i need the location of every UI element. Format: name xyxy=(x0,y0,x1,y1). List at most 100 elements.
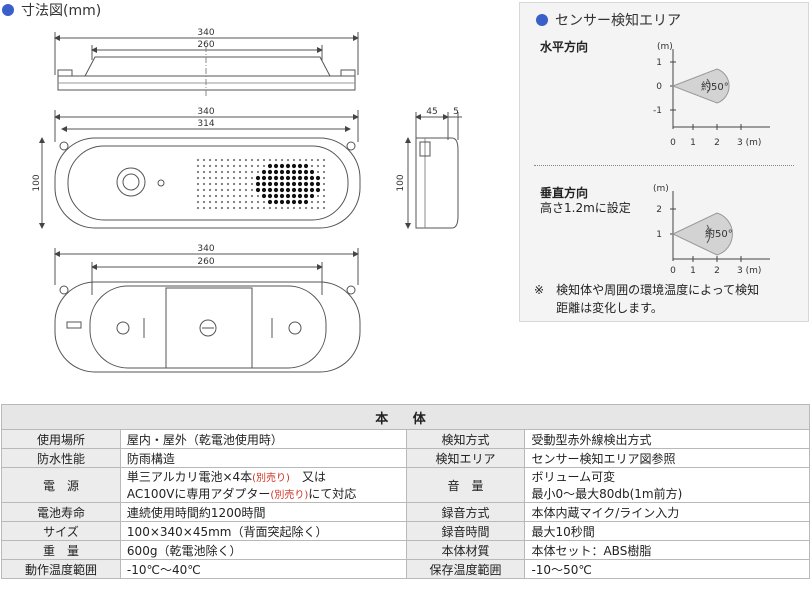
vertical-chart: (m) 2 1 0 1 2 3 (m) 約50° xyxy=(653,184,770,276)
speaker-hole xyxy=(316,194,320,198)
spec-label: 電池寿命 xyxy=(1,502,121,522)
speaker-hole xyxy=(322,188,326,192)
speaker-hole xyxy=(255,181,261,187)
speaker-hole xyxy=(214,176,218,180)
spec-label: 検知方式 xyxy=(405,429,526,449)
speaker-hole xyxy=(208,176,212,180)
h-xtick-0: 0 xyxy=(670,138,676,148)
note-line-1: 検知体や周囲の環境温度によって検知 xyxy=(556,283,760,297)
h-xtick-1: 1 xyxy=(690,138,696,148)
speaker-hole xyxy=(297,199,303,205)
speaker-hole xyxy=(202,200,206,204)
speaker-hole xyxy=(273,187,279,193)
speaker-hole xyxy=(291,199,297,205)
speaker-hole xyxy=(262,164,266,168)
v-xtick-0: 0 xyxy=(670,266,676,276)
divider xyxy=(534,165,794,166)
spec-label: 動作温度範囲 xyxy=(1,559,121,579)
speaker-hole xyxy=(208,188,212,192)
speaker-hole xyxy=(262,206,266,210)
speaker-hole xyxy=(316,170,320,174)
spec-value: 防雨構造 xyxy=(119,448,407,468)
spec-value: 本体内蔵マイク/ライン入力 xyxy=(524,502,810,522)
speaker-hole xyxy=(279,163,285,169)
speaker-hole xyxy=(267,175,273,181)
speaker-hole xyxy=(250,164,254,168)
speaker-hole xyxy=(232,176,236,180)
speaker-hole xyxy=(297,169,303,175)
speaker-hole xyxy=(214,200,218,204)
speaker-hole xyxy=(273,175,279,181)
speaker-hole xyxy=(244,200,248,204)
speaker-hole xyxy=(297,181,303,187)
speaker-hole xyxy=(238,200,242,204)
speaker-hole xyxy=(214,182,218,186)
speaker-hole xyxy=(292,206,296,210)
speaker-hole xyxy=(250,182,254,186)
speaker-hole xyxy=(261,169,267,175)
speaker-hole xyxy=(291,163,297,169)
table-row: サイズ 100×340×45mm（背面突起除く） 録音時間 最大10秒間 xyxy=(1,521,810,541)
speaker-hole xyxy=(256,194,260,198)
back-dim-inner: 260 xyxy=(197,257,214,267)
speaker-hole xyxy=(226,200,230,204)
speaker-hole xyxy=(298,158,302,162)
volume-range: 最小0〜最大80db(1m前方) xyxy=(531,487,683,501)
spec-label: 検知エリア xyxy=(405,448,526,468)
speaker-hole xyxy=(267,193,273,199)
speaker-hole xyxy=(238,188,242,192)
spec-label: 重 量 xyxy=(1,540,121,560)
v-unit: (m) xyxy=(653,184,669,194)
speaker-hole xyxy=(232,194,236,198)
speaker-hole xyxy=(322,182,326,186)
speaker-hole xyxy=(232,170,236,174)
power-battery: 単三アルカリ電池×4本 xyxy=(126,470,253,484)
speaker-hole xyxy=(214,164,218,168)
speaker-hole xyxy=(214,170,218,174)
speaker-hole xyxy=(279,169,285,175)
speaker-hole xyxy=(273,193,279,199)
speaker-hole xyxy=(220,170,224,174)
speaker-hole xyxy=(220,206,224,210)
table-row: 使用場所 屋内・屋外（乾電池使用時） 検知方式 受動型赤外線検出方式 xyxy=(1,429,810,449)
speaker-hole xyxy=(303,199,309,205)
speaker-hole xyxy=(297,163,303,169)
spec-value: 100×340×45mm（背面突起除く） xyxy=(119,521,407,541)
speaker-hole xyxy=(322,158,326,162)
speaker-hole xyxy=(280,158,284,162)
speaker-hole xyxy=(202,164,206,168)
speaker-hole xyxy=(232,158,236,162)
speaker-hole xyxy=(214,188,218,192)
speaker-hole xyxy=(226,188,230,192)
speaker-hole xyxy=(267,169,273,175)
speaker-hole xyxy=(208,206,212,210)
speaker-hole xyxy=(310,200,314,204)
v-angle: 約50° xyxy=(705,227,733,240)
sold-separately-badge: (別売り) xyxy=(252,473,290,484)
speaker-hole xyxy=(310,164,314,168)
spec-table: 本 体 使用場所 屋内・屋外（乾電池使用時） 検知方式 受動型赤外線検出方式 防… xyxy=(1,404,810,579)
speaker-hole xyxy=(226,194,230,198)
speaker-hole xyxy=(256,158,260,162)
speaker-hole xyxy=(226,158,230,162)
speaker-hole xyxy=(232,182,236,186)
speaker-hole xyxy=(232,188,236,192)
speaker-hole xyxy=(244,176,248,180)
speaker-hole xyxy=(285,169,291,175)
speaker-hole xyxy=(285,175,291,181)
speaker-hole xyxy=(238,176,242,180)
speaker-hole xyxy=(202,206,206,210)
horizontal-label: 水平方向 xyxy=(540,40,589,54)
speaker-hole xyxy=(315,181,321,187)
speaker-hole xyxy=(286,206,290,210)
sensor-area-panel: センサー検知エリア 水平方向 (m) 1 0 -1 0 1 2 3 (m) 約5… xyxy=(519,2,809,322)
spec-value: 最大10秒間 xyxy=(524,521,810,541)
speaker-hole xyxy=(303,181,309,187)
speaker-hole xyxy=(303,169,309,175)
speaker-hole xyxy=(244,164,248,168)
front-dim-outer: 340 xyxy=(197,107,214,117)
h-ytick-1: 1 xyxy=(656,58,662,68)
speaker-hole xyxy=(244,182,248,186)
side-height: 100 xyxy=(396,174,406,191)
speaker-hole xyxy=(315,175,321,181)
